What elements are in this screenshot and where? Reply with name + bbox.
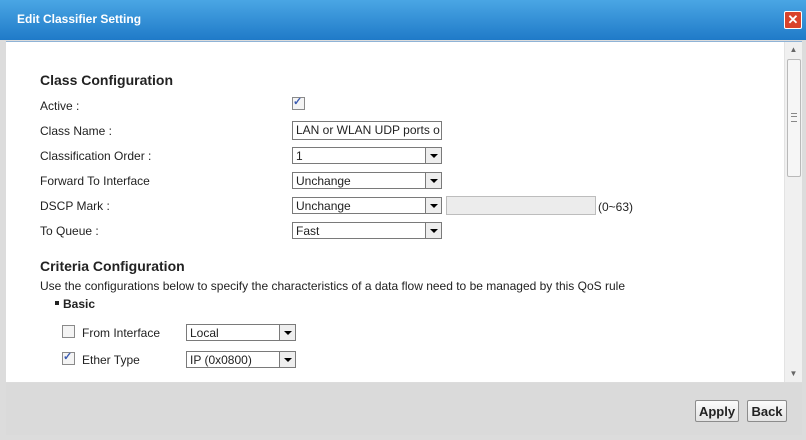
- active-checkbox[interactable]: [292, 95, 305, 110]
- ether-type-checkbox[interactable]: [62, 350, 75, 365]
- chevron-down-icon[interactable]: [425, 223, 441, 238]
- dialog-title: Edit Classifier Setting: [17, 12, 142, 26]
- from-interface-value: Local: [190, 326, 219, 340]
- class-name-label: Class Name :: [40, 124, 113, 138]
- criteria-description: Use the configurations below to specify …: [40, 279, 625, 293]
- forward-to-interface-value: Unchange: [296, 174, 351, 188]
- dscp-mark-input[interactable]: [446, 196, 596, 215]
- chevron-down-icon[interactable]: [425, 173, 441, 188]
- close-icon[interactable]: ✕: [784, 11, 802, 29]
- to-queue-value: Fast: [296, 224, 320, 238]
- classification-order-label: Classification Order :: [40, 149, 152, 163]
- ether-type-select[interactable]: IP (0x0800): [186, 351, 296, 368]
- criteria-configuration-heading: Criteria Configuration: [40, 258, 185, 274]
- bullet-icon: [55, 301, 59, 305]
- ether-type-label: Ether Type: [82, 353, 140, 367]
- forward-to-interface-select[interactable]: Unchange: [292, 172, 442, 189]
- vertical-scrollbar[interactable]: ▲ ▼: [784, 42, 802, 382]
- active-label: Active :: [40, 99, 80, 113]
- to-queue-select[interactable]: Fast: [292, 222, 442, 239]
- dscp-mark-select[interactable]: Unchange: [292, 197, 442, 214]
- dscp-mark-label: DSCP Mark :: [40, 199, 110, 213]
- from-interface-checkbox[interactable]: [62, 325, 75, 338]
- class-configuration-heading: Class Configuration: [40, 72, 174, 88]
- dscp-range-hint: (0~63): [598, 200, 634, 214]
- chevron-down-icon[interactable]: [279, 325, 295, 340]
- apply-button[interactable]: Apply: [695, 400, 739, 422]
- dscp-mark-value: Unchange: [296, 199, 351, 213]
- scroll-up-icon[interactable]: ▲: [785, 42, 802, 58]
- dialog-content: Class Configuration Active : Class Name …: [6, 41, 802, 382]
- edit-classifier-dialog: Edit Classifier Setting ✕ Class Configur…: [0, 0, 806, 440]
- ether-type-value: IP (0x0800): [190, 353, 252, 367]
- from-interface-select[interactable]: Local: [186, 324, 296, 341]
- forward-to-interface-label: Forward To Interface: [40, 174, 150, 188]
- dialog-footer: Apply Back: [6, 383, 802, 435]
- to-queue-label: To Queue :: [40, 224, 99, 238]
- classification-order-value: 1: [296, 149, 303, 163]
- classification-order-select[interactable]: 1: [292, 147, 442, 164]
- dialog-titlebar: Edit Classifier Setting ✕: [0, 0, 806, 40]
- from-interface-label: From Interface: [82, 326, 161, 340]
- chevron-down-icon[interactable]: [425, 148, 441, 163]
- class-name-input[interactable]: LAN or WLAN UDP ports o: [292, 121, 442, 140]
- grip-icon: [791, 113, 797, 122]
- basic-label: Basic: [63, 297, 96, 311]
- chevron-down-icon[interactable]: [425, 198, 441, 213]
- scroll-down-icon[interactable]: ▼: [785, 366, 802, 382]
- back-button[interactable]: Back: [747, 400, 787, 422]
- scrollbar-thumb[interactable]: [787, 59, 801, 177]
- chevron-down-icon[interactable]: [279, 352, 295, 367]
